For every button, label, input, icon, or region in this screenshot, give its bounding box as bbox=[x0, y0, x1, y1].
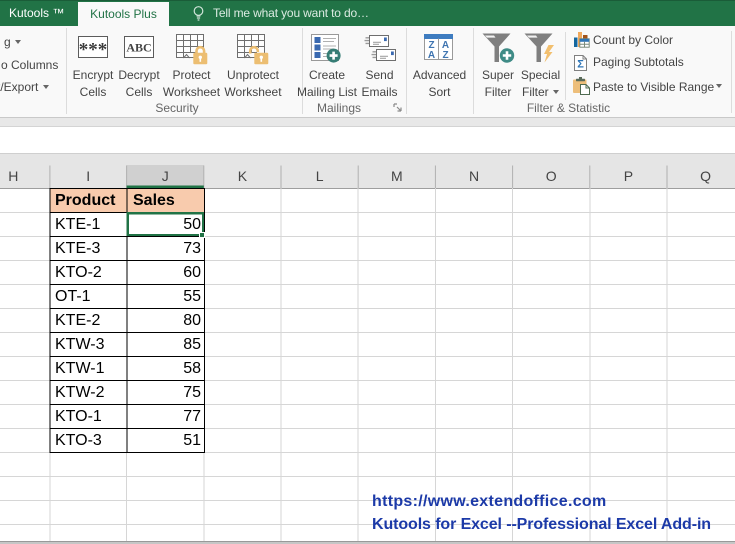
svg-text:Σ: Σ bbox=[577, 59, 584, 71]
svg-text:P: P bbox=[624, 168, 633, 184]
svg-text:L: L bbox=[316, 168, 324, 184]
svg-text:M: M bbox=[391, 168, 403, 184]
svg-text:H: H bbox=[8, 168, 18, 184]
svg-text:N: N bbox=[469, 168, 479, 184]
svg-text:O: O bbox=[546, 168, 557, 184]
svg-text:Z: Z bbox=[442, 50, 448, 60]
svg-text:ABC: ABC bbox=[126, 41, 151, 55]
svg-text:A: A bbox=[428, 50, 435, 60]
svg-text:I: I bbox=[86, 168, 90, 184]
svg-text:K: K bbox=[238, 168, 248, 184]
svg-text:J: J bbox=[162, 168, 169, 184]
svg-text:***: *** bbox=[79, 40, 108, 59]
svg-text:Q: Q bbox=[700, 168, 711, 184]
